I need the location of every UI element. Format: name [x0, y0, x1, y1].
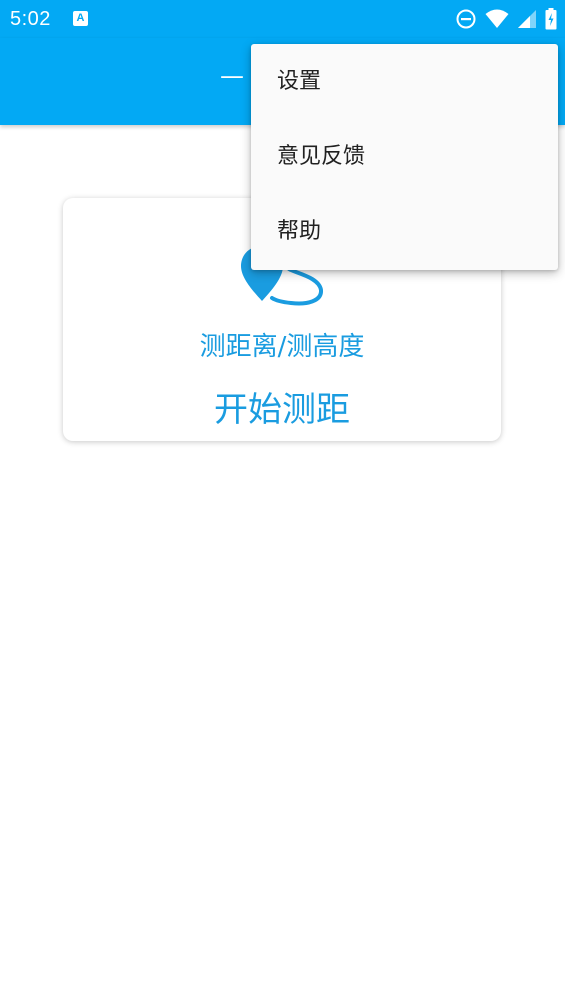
app-title: — — [220, 62, 244, 90]
cell-signal-icon — [518, 10, 536, 28]
card-subtitle: 测距离/测高度 — [199, 332, 365, 362]
notification-a-icon: A — [73, 11, 88, 26]
menu-item-help[interactable]: 帮助 — [251, 194, 558, 269]
status-time: 5:02 — [10, 8, 51, 30]
start-measure-button[interactable]: 开始测距 — [63, 382, 501, 431]
dnd-icon — [456, 9, 476, 29]
status-icons — [455, 8, 557, 30]
menu-item-feedback[interactable]: 意见反馈 — [251, 119, 558, 194]
overflow-menu: 设置 意见反馈 帮助 — [251, 44, 558, 270]
menu-item-settings[interactable]: 设置 — [251, 44, 558, 119]
status-bar: 5:02 A — [0, 0, 565, 38]
battery-charging-icon — [545, 8, 557, 30]
wifi-icon — [485, 9, 509, 28]
